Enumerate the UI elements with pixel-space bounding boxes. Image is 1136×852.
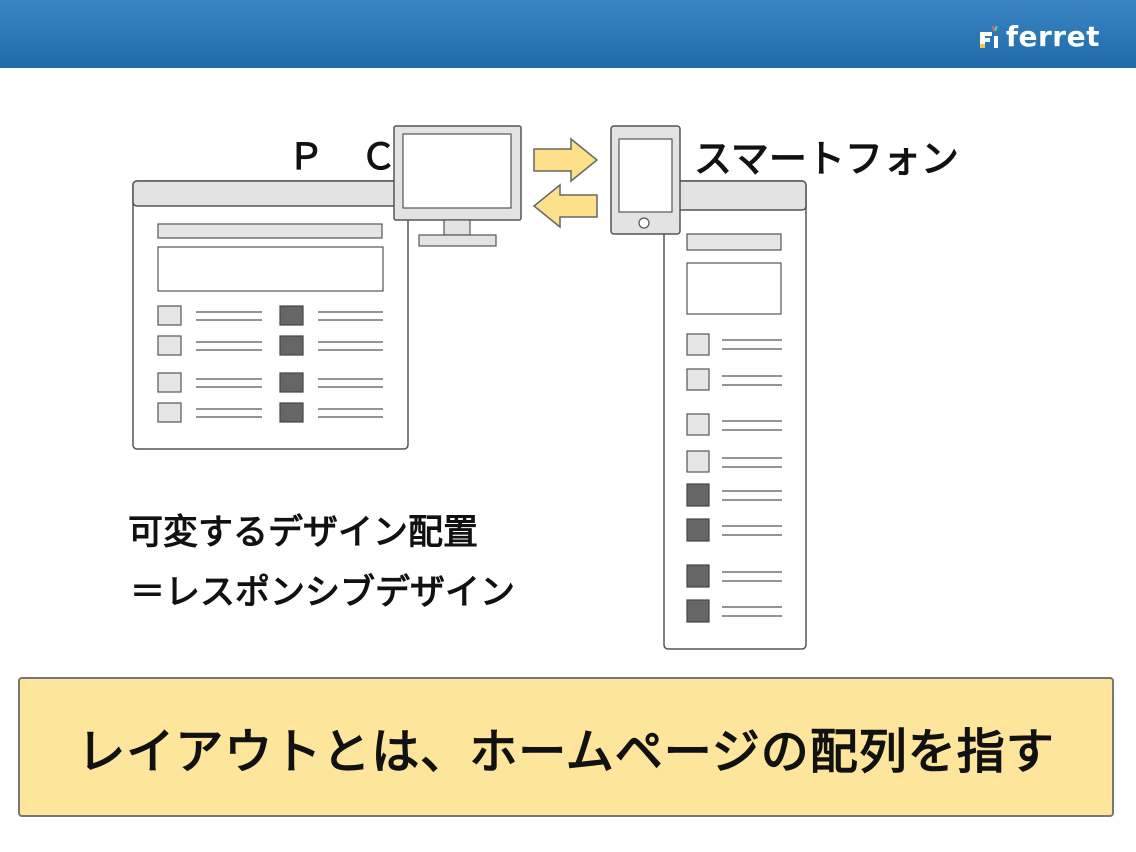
monitor-icon	[393, 125, 522, 247]
caption-line-1: 可変するデザイン配置	[128, 513, 479, 553]
pc-label: Ｐ Ｃ	[288, 137, 409, 178]
summary-box: レイアウトとは、ホームページの配列を指す	[18, 677, 1114, 817]
smartphone-icon	[610, 125, 681, 235]
pc-browser-window	[132, 180, 409, 450]
arrow-right-icon	[533, 137, 599, 183]
arrow-left-icon	[532, 183, 598, 229]
smartphone-label: スマートフォン	[694, 137, 959, 181]
summary-text: レイアウトとは、ホームページの配列を指す	[77, 724, 1055, 780]
caption-line-2: ＝レスポンシブデザイン	[130, 573, 516, 613]
smartphone-browser-window	[663, 180, 807, 650]
